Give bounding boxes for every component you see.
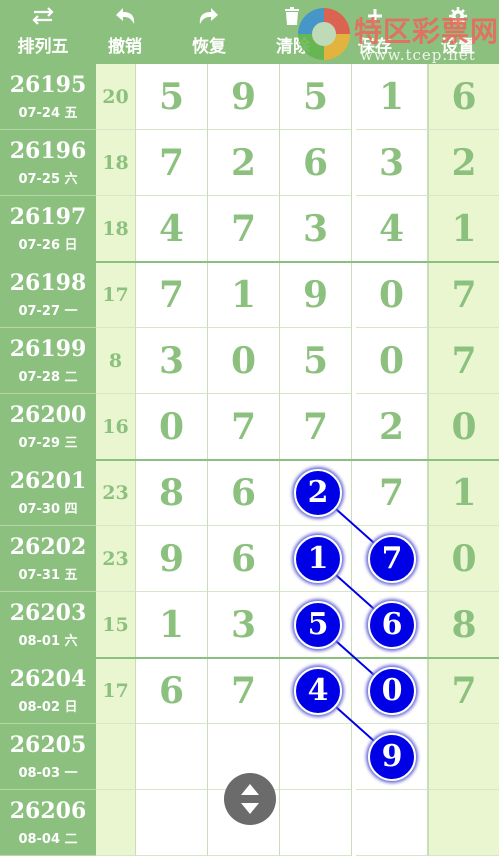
redo-label: 恢复 bbox=[192, 37, 226, 57]
redo-button[interactable]: 恢复 bbox=[170, 0, 248, 64]
logo-swirl-icon bbox=[298, 8, 350, 60]
watermark-brand: 特区彩票网 bbox=[354, 15, 499, 48]
marked-ball[interactable]: 2 bbox=[294, 469, 342, 517]
marked-ball[interactable]: 5 bbox=[294, 601, 342, 649]
watermark-logo: 特区彩票网 www.tcep.net bbox=[296, 8, 499, 64]
scroll-toggle-button[interactable] bbox=[224, 773, 276, 825]
lottery-type-label: 排列五 bbox=[17, 37, 69, 57]
redo-icon bbox=[199, 8, 218, 24]
undo-label: 撤销 bbox=[108, 37, 142, 57]
lottery-type-button[interactable]: 排列五 bbox=[0, 0, 86, 64]
marked-ball[interactable]: 4 bbox=[294, 667, 342, 715]
marked-ball[interactable]: 6 bbox=[368, 601, 416, 649]
marked-ball[interactable]: 0 bbox=[368, 667, 416, 715]
up-down-arrows-icon bbox=[241, 784, 259, 814]
swap-arrows-icon bbox=[32, 7, 54, 25]
marked-ball[interactable]: 1 bbox=[294, 535, 342, 583]
toolbar: 排列五 撤销 恢复 清除 保存 设置 特区彩票网 www.tcep.net bbox=[0, 0, 499, 64]
marked-ball[interactable]: 9 bbox=[368, 733, 416, 781]
undo-button[interactable]: 撤销 bbox=[86, 0, 164, 64]
ball-connectors bbox=[317, 492, 393, 758]
marked-ball[interactable]: 7 bbox=[368, 535, 416, 583]
undo-icon bbox=[116, 8, 135, 24]
watermark-url: www.tcep.net bbox=[360, 46, 476, 64]
draw-grid: 26195 07-24 五 20 5 9 5 1 6 26196 07-25 六 18 7 2 6 3 2 26… bbox=[0, 64, 499, 856]
